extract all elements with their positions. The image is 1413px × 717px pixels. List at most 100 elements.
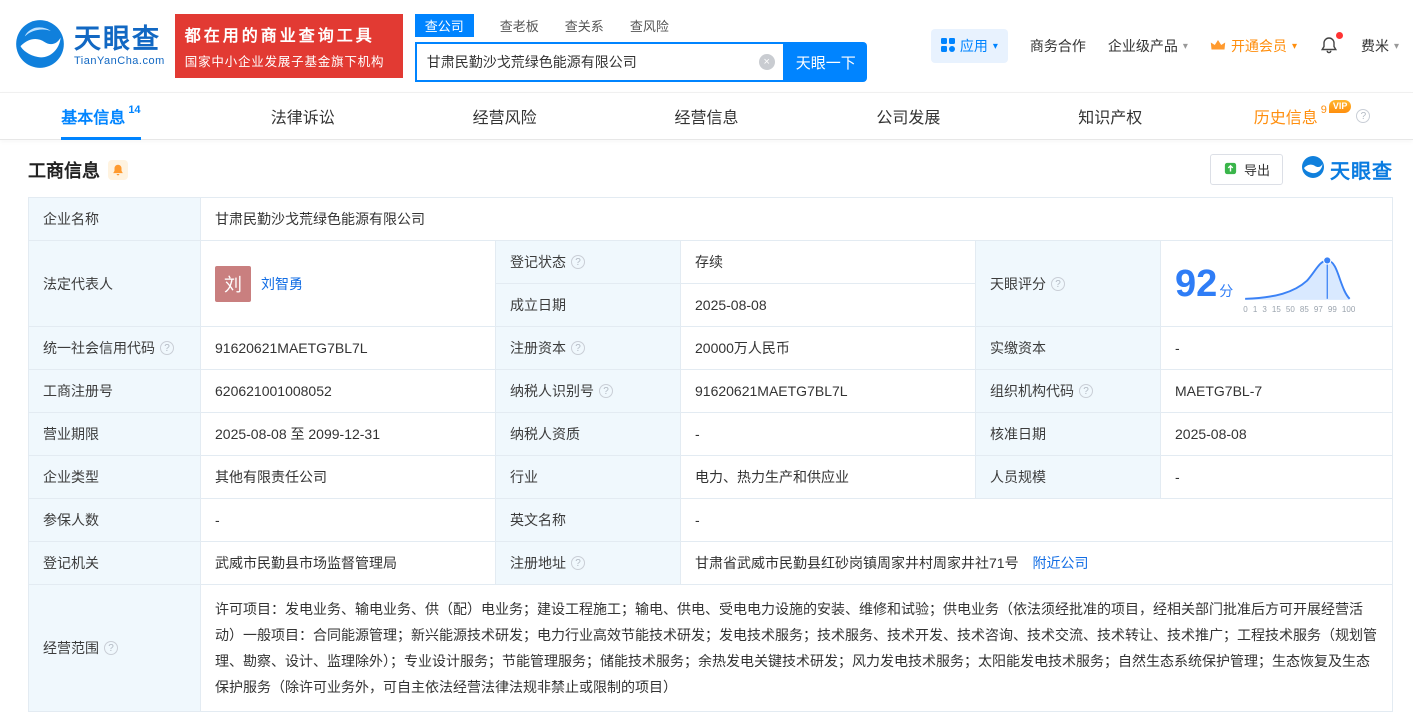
- org-code-value: MAETG7BL-7: [1160, 369, 1393, 413]
- vip-upgrade-menu[interactable]: 开通会员 ▾: [1210, 36, 1297, 56]
- legal-rep-avatar[interactable]: 刘: [215, 265, 251, 302]
- score-chart-axis: 0 1 3 15 50 85 97 99 100: [1243, 304, 1356, 314]
- search-input[interactable]: [426, 54, 759, 70]
- taxpayer-quality-label: 纳税人资质: [495, 412, 681, 456]
- paid-capital-value: -: [1160, 326, 1393, 370]
- brand-domain: TianYanCha.com: [74, 54, 165, 67]
- score-number: 92: [1175, 262, 1218, 305]
- insured-count-label: 参保人数: [28, 498, 201, 542]
- help-icon[interactable]: ?: [104, 641, 118, 655]
- score-value: 92 分: [1175, 265, 1233, 303]
- company-name-label: 企业名称: [28, 197, 201, 241]
- section-title: 工商信息: [28, 160, 100, 181]
- nearby-companies-link[interactable]: 附近公司: [1032, 555, 1088, 571]
- business-term-label: 营业期限: [28, 412, 201, 456]
- search-tab-risk[interactable]: 查风险: [630, 14, 669, 37]
- help-icon[interactable]: ?: [571, 556, 585, 570]
- reg-capital-label-cell: 注册资本?: [495, 326, 681, 370]
- score-distribution-chart: 0 1 3 15 50 85 97 99 100: [1243, 254, 1355, 314]
- tab-label: 历史信息: [1253, 110, 1318, 127]
- reg-authority-label: 登记机关: [28, 541, 201, 585]
- approval-date-value: 2025-08-08: [1160, 412, 1393, 456]
- tab-label: 知识产权: [1078, 110, 1143, 127]
- clear-search-icon[interactable]: ×: [758, 54, 775, 70]
- section-actions: 导出 天眼查: [1209, 154, 1393, 185]
- reg-address-value: 甘肃省武威市民勤县红砂岗镇周家井村周家井社71号: [695, 555, 1019, 571]
- tab-history-info[interactable]: 历史信息 9 VIP ?: [1211, 93, 1413, 139]
- tab-company-development[interactable]: 公司发展: [807, 93, 1009, 139]
- apps-grid-icon: [940, 37, 955, 55]
- crown-icon: [1210, 38, 1226, 54]
- org-code-label-cell: 组织机构代码?: [975, 369, 1161, 413]
- table-row: 营业期限 2025-08-08 至 2099-12-31 纳税人资质 - 核准日…: [28, 412, 1393, 456]
- promo-banner: 都在用的商业查询工具 国家中小企业发展子基金旗下机构: [174, 14, 403, 78]
- tab-legal-proceedings[interactable]: 法律诉讼: [202, 93, 404, 139]
- search-box[interactable]: ×: [414, 42, 785, 82]
- tab-intellectual-property[interactable]: 知识产权: [1009, 93, 1211, 139]
- credit-code-value: 91620621MAETG7BL7L: [200, 326, 496, 370]
- brand-name: 天眼查: [74, 24, 161, 55]
- taxpayer-quality-value: -: [680, 412, 976, 456]
- establish-date-value: 2025-08-08: [680, 283, 976, 327]
- score-label: 天眼评分: [990, 275, 1046, 292]
- bell-icon: [1319, 35, 1339, 58]
- search-button[interactable]: 天眼一下: [784, 42, 867, 82]
- business-scope-label: 经营范围: [43, 640, 99, 656]
- chevron-down-icon: ▾: [992, 40, 998, 52]
- user-menu[interactable]: 费米 ▾: [1361, 36, 1399, 56]
- chevron-down-icon: ▾: [1291, 40, 1297, 52]
- table-row: 统一社会信用代码? 91620621MAETG7BL7L 注册资本? 20000…: [28, 326, 1393, 370]
- table-row: 企业类型 其他有限责任公司 行业 电力、热力生产和供应业 人员规模 -: [28, 455, 1393, 499]
- vip-label: 开通会员: [1230, 38, 1287, 54]
- score-cell: 92 分 0 1 3 15 50 85 97 99 100: [1160, 240, 1393, 327]
- user-name: 费米: [1360, 38, 1389, 54]
- enterprise-products-menu[interactable]: 企业级产品 ▾: [1108, 36, 1188, 56]
- tab-operating-info[interactable]: 经营信息: [606, 93, 808, 139]
- legal-rep-link[interactable]: 刘智勇: [261, 274, 303, 294]
- help-icon[interactable]: ?: [160, 341, 174, 355]
- tab-operating-risk[interactable]: 经营风险: [404, 93, 606, 139]
- search-area: 查公司 查老板 查关系 查风险 × 天眼一下: [414, 0, 867, 82]
- reg-number-value: 620621001008052: [200, 369, 496, 413]
- paid-capital-label: 实缴资本: [975, 326, 1161, 370]
- business-term-value: 2025-08-08 至 2099-12-31: [200, 412, 496, 456]
- score-unit: 分: [1219, 282, 1234, 299]
- cooperation-label: 商务合作: [1029, 38, 1086, 54]
- insured-count-value: -: [200, 498, 496, 542]
- tab-basic-info[interactable]: 基本信息 14: [0, 93, 202, 140]
- help-icon[interactable]: ?: [599, 384, 613, 398]
- tab-count: 9: [1320, 104, 1327, 116]
- tab-label: 公司发展: [876, 110, 941, 127]
- help-icon[interactable]: ?: [1356, 109, 1371, 123]
- search-tab-company[interactable]: 查公司: [414, 14, 474, 37]
- reg-authority-value: 武威市民勤县市场监督管理局: [200, 541, 496, 585]
- subscribe-bell-button[interactable]: [108, 159, 128, 180]
- reg-number-label: 工商注册号: [28, 369, 201, 413]
- help-icon[interactable]: ?: [1051, 276, 1065, 291]
- tab-label: 经营信息: [674, 110, 739, 127]
- notifications-button[interactable]: [1319, 31, 1343, 58]
- org-code-label: 组织机构代码: [990, 383, 1074, 399]
- business-info-table: 企业名称 甘肃民勤沙戈荒绿色能源有限公司 法定代表人 刘 刘智勇 登记状态? 存…: [28, 197, 1393, 712]
- industry-label: 行业: [495, 455, 681, 499]
- section-title-wrap: 工商信息: [28, 157, 128, 183]
- chevron-down-icon: ▾: [1393, 40, 1399, 52]
- tianyancha-logo[interactable]: 天眼查 TianYanCha.com: [14, 18, 165, 75]
- business-cooperation-link[interactable]: 商务合作: [1030, 36, 1086, 56]
- search-tabs: 查公司 查老板 查关系 查风险: [414, 14, 867, 37]
- help-icon[interactable]: ?: [571, 341, 585, 355]
- search-tab-boss[interactable]: 查老板: [500, 14, 539, 37]
- company-type-label: 企业类型: [28, 455, 201, 499]
- apps-label: 应用: [959, 38, 988, 54]
- tab-label: 法律诉讼: [270, 110, 335, 127]
- reg-address-cell: 甘肃省武威市民勤县红砂岗镇周家井村周家井社71号 附近公司: [680, 541, 1393, 585]
- vip-badge: VIP: [1328, 99, 1352, 113]
- export-button[interactable]: 导出: [1209, 154, 1283, 185]
- help-icon[interactable]: ?: [1079, 384, 1093, 398]
- reg-capital-value: 20000万人民币: [680, 326, 976, 370]
- company-type-value: 其他有限责任公司: [200, 455, 496, 499]
- approval-date-label: 核准日期: [975, 412, 1161, 456]
- apps-menu[interactable]: 应用 ▾: [930, 29, 1008, 63]
- search-tab-relation[interactable]: 查关系: [565, 14, 604, 37]
- help-icon[interactable]: ?: [571, 255, 585, 269]
